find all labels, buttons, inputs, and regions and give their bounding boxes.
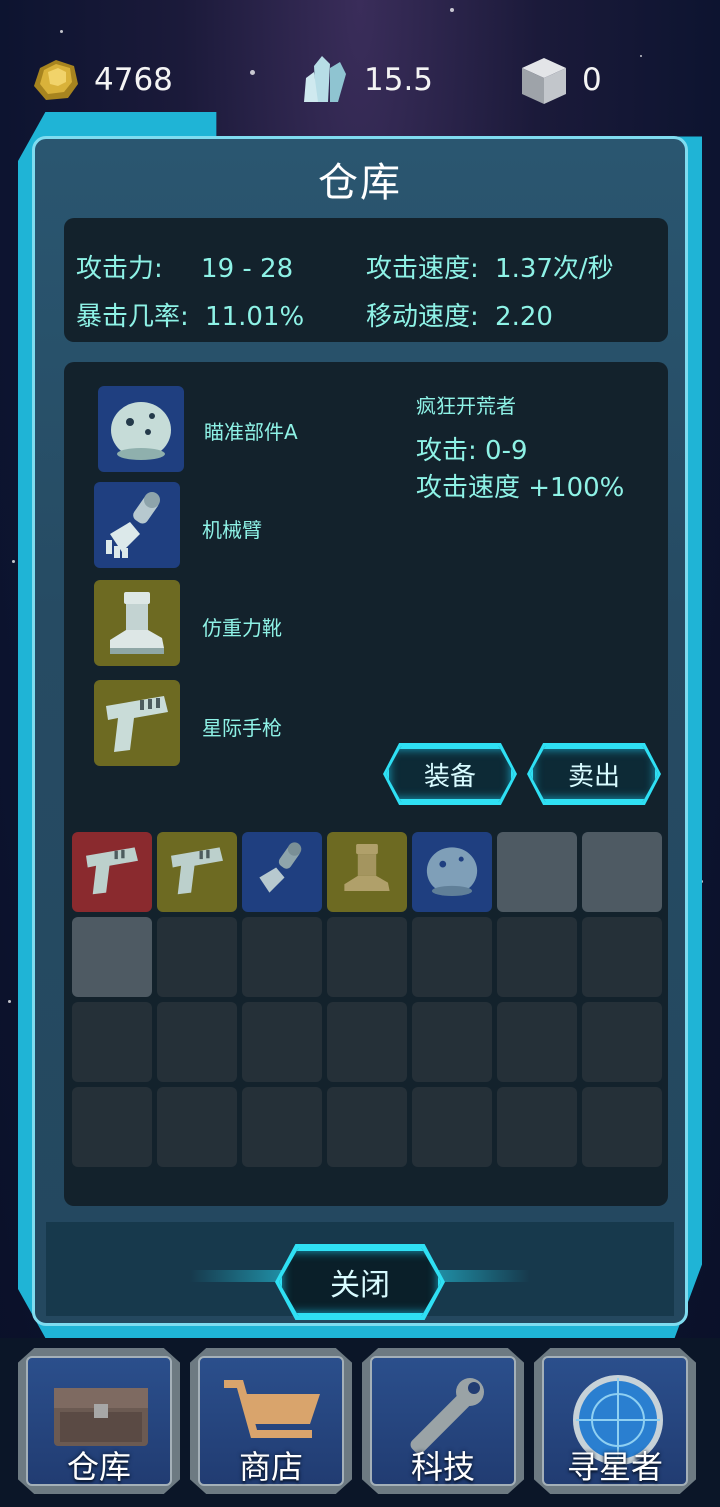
nav-seeker[interactable]: 寻星者 xyxy=(534,1348,696,1494)
nav-tech-label: 科技 xyxy=(410,1448,475,1486)
inventory-slot[interactable] xyxy=(72,1002,152,1082)
inventory-slot[interactable] xyxy=(72,1087,152,1167)
item-name: 疯狂开荒者 xyxy=(416,394,516,418)
stat-attack: 攻击力: 19 - 28 xyxy=(76,248,293,285)
metal-counter: 0 xyxy=(518,52,602,108)
inventory-slot[interactable] xyxy=(242,917,322,997)
equip-slot-aim[interactable] xyxy=(98,386,184,472)
inventory-slot[interactable] xyxy=(157,832,237,912)
inventory-slot[interactable] xyxy=(327,917,407,997)
stats-box: 攻击力: 19 - 28 攻击速度: 1.37次/秒 暴击几率: 11.01% … xyxy=(64,218,668,342)
inventory-slot[interactable] xyxy=(412,1002,492,1082)
item-attack-speed: 攻击速度 +100% xyxy=(416,473,625,503)
gold-value: 4768 xyxy=(94,62,173,98)
panel-title: 仓库 xyxy=(318,160,402,206)
stat-attack-label: 攻击力: xyxy=(76,254,163,284)
helmet-icon xyxy=(111,402,171,460)
inventory-slot[interactable] xyxy=(412,1087,492,1167)
equip-slot-pistol[interactable] xyxy=(94,680,180,766)
inventory-slot[interactable] xyxy=(497,917,577,997)
equip-label-arm: 机械臂 xyxy=(202,518,262,542)
sell-button[interactable]: 卖出 xyxy=(530,746,658,802)
mech-arm-icon xyxy=(106,492,160,558)
stat-move-speed-label: 移动速度: xyxy=(366,302,479,332)
inventory-slot[interactable] xyxy=(497,1002,577,1082)
inventory-slot[interactable] xyxy=(72,832,152,912)
metal-cube-icon xyxy=(518,54,570,106)
stat-attack-speed-value: 1.37次/秒 xyxy=(495,254,614,284)
star xyxy=(8,1000,11,1003)
gold-nugget-icon xyxy=(30,54,82,106)
inventory-slot[interactable] xyxy=(242,832,322,912)
inventory-slot[interactable] xyxy=(157,917,237,997)
inventory-slot[interactable] xyxy=(72,917,152,997)
pistol-icon xyxy=(166,839,228,905)
inventory-slot[interactable] xyxy=(327,832,407,912)
nav-tech[interactable]: 科技 xyxy=(362,1348,524,1494)
stat-crit-value: 11.01% xyxy=(205,302,305,332)
inventory-grid xyxy=(72,832,662,1167)
stat-attack-speed: 攻击速度: 1.37次/秒 xyxy=(366,248,614,285)
stat-crit-label: 暴击几率: xyxy=(76,302,189,332)
star xyxy=(12,560,15,563)
nav-shop-label: 商店 xyxy=(238,1448,303,1486)
crystal-counter: 15.5 xyxy=(300,52,433,108)
nav-warehouse[interactable]: 仓库 xyxy=(18,1348,180,1494)
stat-crit: 暴击几率: 11.01% xyxy=(76,296,304,333)
inventory-slot[interactable] xyxy=(412,832,492,912)
chest-icon xyxy=(54,1388,148,1446)
star xyxy=(60,30,63,33)
inventory-slot[interactable] xyxy=(242,1002,322,1082)
close-button[interactable]: 关闭 xyxy=(279,1248,441,1316)
crystal-icon xyxy=(300,54,352,106)
inventory-slot[interactable] xyxy=(242,1087,322,1167)
star xyxy=(250,70,255,75)
pistol-icon xyxy=(106,696,168,752)
equip-slot-arm[interactable] xyxy=(94,482,180,568)
boot-icon xyxy=(336,839,398,905)
item-attack: 攻击: 0-9 xyxy=(416,436,528,466)
equip-label-pistol: 星际手枪 xyxy=(202,716,282,740)
nav-warehouse-label: 仓库 xyxy=(66,1448,131,1486)
equip-slot-boot[interactable] xyxy=(94,580,180,666)
helmet-icon xyxy=(421,839,483,905)
stat-move-speed-value: 2.20 xyxy=(495,302,553,332)
nav-shop[interactable]: 商店 xyxy=(190,1348,352,1494)
equip-label-boot: 仿重力靴 xyxy=(202,616,282,640)
crystal-value: 15.5 xyxy=(364,62,434,98)
gold-counter: 4768 xyxy=(30,52,173,108)
star xyxy=(450,8,454,12)
inventory-slot[interactable] xyxy=(327,1087,407,1167)
inventory-slot[interactable] xyxy=(582,917,662,997)
inventory-slot[interactable] xyxy=(412,917,492,997)
equip-label-aim: 瞄准部件A xyxy=(204,420,298,444)
inventory-slot[interactable] xyxy=(497,832,577,912)
stat-move-speed: 移动速度: 2.20 xyxy=(366,296,553,333)
inventory-slot[interactable] xyxy=(582,832,662,912)
inventory-slot[interactable] xyxy=(582,1087,662,1167)
inventory-slot[interactable] xyxy=(582,1002,662,1082)
metal-value: 0 xyxy=(582,62,602,98)
boot-icon xyxy=(110,592,164,654)
inventory-slot[interactable] xyxy=(157,1087,237,1167)
stat-attack-value: 19 - 28 xyxy=(201,254,294,284)
stat-attack-speed-label: 攻击速度: xyxy=(366,254,479,284)
equip-button[interactable]: 装备 xyxy=(386,746,514,802)
pistol-icon xyxy=(81,839,143,905)
inventory-slot[interactable] xyxy=(497,1087,577,1167)
star xyxy=(640,55,642,57)
inventory-slot[interactable] xyxy=(327,1002,407,1082)
mech-arm-icon xyxy=(251,839,313,905)
inventory-slot[interactable] xyxy=(157,1002,237,1082)
nav-seeker-label: 寻星者 xyxy=(566,1448,663,1486)
